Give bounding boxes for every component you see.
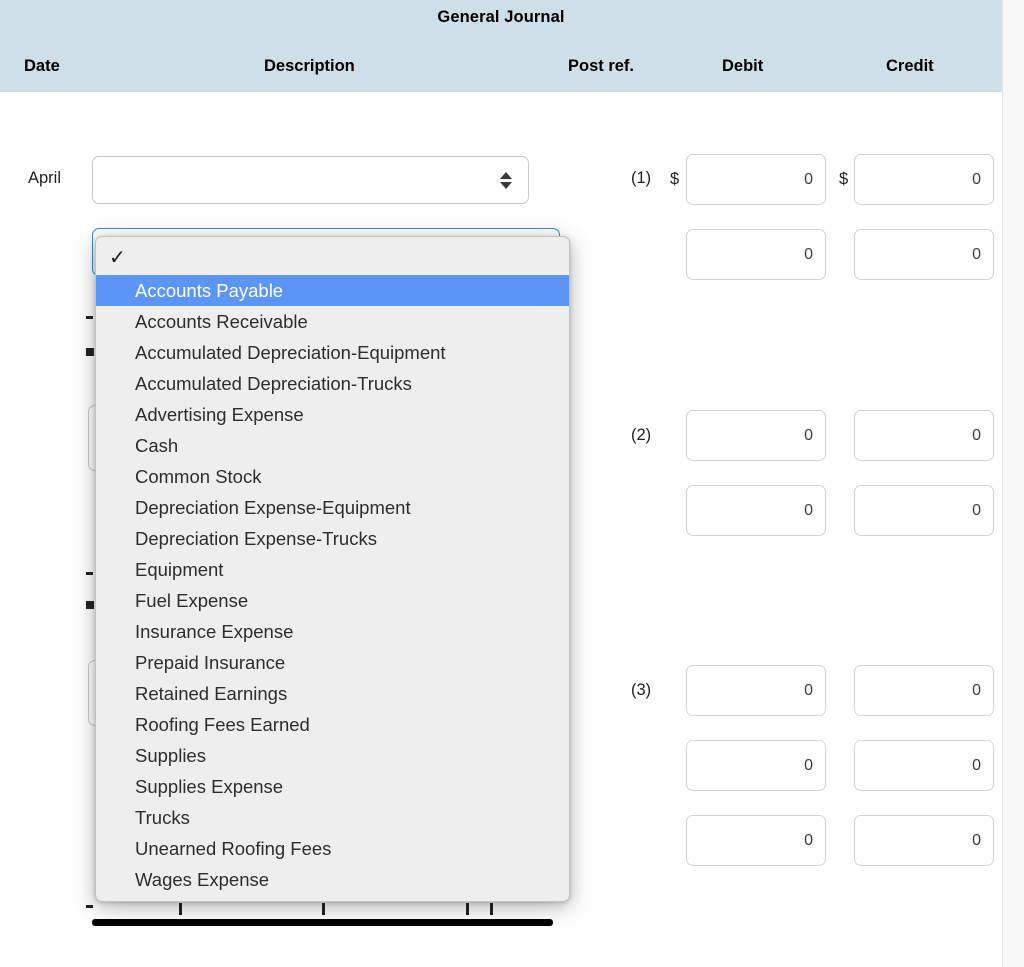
dropdown-item[interactable]: ✓ xyxy=(96,241,569,275)
dropdown-item-label: Prepaid Insurance xyxy=(135,652,286,673)
dropdown-item-label: Fuel Expense xyxy=(135,590,249,611)
column-header-debit: Debit xyxy=(722,57,764,75)
dropdown-item-label: Supplies Expense xyxy=(135,776,284,797)
occluded-mark-5 xyxy=(86,905,93,908)
dollar-sign-debit-1: $ xyxy=(670,170,680,188)
credit-input-2-1[interactable] xyxy=(854,410,994,461)
dropdown-item-label: Common Stock xyxy=(135,466,262,487)
dropdown-item[interactable]: Advertising Expense xyxy=(96,399,569,430)
dropdown-item[interactable]: Supplies Expense xyxy=(96,771,569,802)
dropdown-item[interactable]: Depreciation Expense-Trucks xyxy=(96,523,569,554)
account-dropdown-popup[interactable]: ✓ Accounts Payable Accounts Receivable Accu… xyxy=(95,236,570,902)
credit-input-1-1[interactable] xyxy=(854,154,994,205)
debit-input-1-1[interactable] xyxy=(686,154,826,205)
entry-number-1: (1) xyxy=(631,169,652,187)
dropdown-item-label: Wages Expense xyxy=(135,869,270,890)
page-title: General Journal xyxy=(437,8,565,26)
dropdown-item[interactable]: Wages Expense xyxy=(96,864,569,895)
occluded-mark-9 xyxy=(490,903,493,915)
debit-input-1-2[interactable] xyxy=(686,229,826,280)
occluded-mark-7 xyxy=(322,903,325,915)
account-select-row1[interactable] xyxy=(92,156,529,204)
dropdown-item-label: Trucks xyxy=(135,807,190,828)
select-stepper-icon xyxy=(500,168,512,192)
dropdown-item-label: Retained Earnings xyxy=(135,683,288,704)
dropdown-item[interactable]: Unearned Roofing Fees xyxy=(96,833,569,864)
dropdown-item-label: Roofing Fees Earned xyxy=(135,714,310,735)
dropdown-item-label: Accounts Receivable xyxy=(135,311,308,332)
dropdown-item[interactable]: Prepaid Insurance xyxy=(96,647,569,678)
dropdown-item[interactable]: Insurance Expense xyxy=(96,616,569,647)
dropdown-item[interactable]: Supplies xyxy=(96,740,569,771)
dropdown-item[interactable]: Accumulated Depreciation-Equipment xyxy=(96,337,569,368)
dollar-sign-credit-1: $ xyxy=(839,170,849,188)
column-header-post-ref: Post ref. xyxy=(568,57,635,75)
horizontal-scrollbar[interactable] xyxy=(92,919,553,926)
entry-number-2: (2) xyxy=(631,426,652,444)
column-header-date: Date xyxy=(24,57,60,75)
credit-input-3-2[interactable] xyxy=(854,740,994,791)
dropdown-item-label: Equipment xyxy=(135,559,224,580)
dropdown-item-label: Depreciation Expense-Trucks xyxy=(135,528,377,549)
dropdown-item[interactable]: Accounts Receivable xyxy=(96,306,569,337)
credit-input-3-1[interactable] xyxy=(854,665,994,716)
debit-input-3-2[interactable] xyxy=(686,740,826,791)
dropdown-item-label: Supplies xyxy=(135,745,206,766)
dropdown-item-label: Accounts Payable xyxy=(135,280,284,301)
credit-input-2-2[interactable] xyxy=(854,485,994,536)
dropdown-item-label: Unearned Roofing Fees xyxy=(135,838,332,859)
dropdown-item[interactable]: Roofing Fees Earned xyxy=(96,709,569,740)
occluded-mark-2 xyxy=(86,348,94,356)
dropdown-item[interactable]: Accounts Payable xyxy=(96,275,569,306)
checkmark-icon: ✓ xyxy=(109,247,126,269)
occluded-mark-4 xyxy=(86,601,94,609)
dropdown-item[interactable]: Common Stock xyxy=(96,461,569,492)
right-gutter xyxy=(1002,0,1024,967)
column-header-description: Description xyxy=(264,57,355,75)
debit-input-3-1[interactable] xyxy=(686,665,826,716)
dropdown-item[interactable]: Accumulated Depreciation-Trucks xyxy=(96,368,569,399)
dropdown-item-label: Insurance Expense xyxy=(135,621,294,642)
occluded-mark-6 xyxy=(179,903,182,915)
column-header-credit: Credit xyxy=(886,57,934,75)
dropdown-item[interactable]: Retained Earnings xyxy=(96,678,569,709)
dropdown-item[interactable]: Depreciation Expense-Equipment xyxy=(96,492,569,523)
dropdown-item-label: Cash xyxy=(135,435,179,456)
dropdown-item-label: Advertising Expense xyxy=(135,404,304,425)
dropdown-item[interactable]: Trucks xyxy=(96,802,569,833)
journal-header-band: General Journal Date Description Post re… xyxy=(0,0,1002,92)
credit-input-3-3[interactable] xyxy=(854,815,994,866)
dropdown-item[interactable]: Cash xyxy=(96,430,569,461)
dropdown-item-label: Depreciation Expense-Equipment xyxy=(135,497,411,518)
credit-input-1-2[interactable] xyxy=(854,229,994,280)
debit-input-2-1[interactable] xyxy=(686,410,826,461)
occluded-mark-3 xyxy=(86,572,93,575)
debit-input-3-3[interactable] xyxy=(686,815,826,866)
dropdown-item-label: Accumulated Depreciation-Trucks xyxy=(135,373,412,394)
debit-input-2-2[interactable] xyxy=(686,485,826,536)
occluded-mark-1 xyxy=(86,316,93,319)
occluded-mark-8 xyxy=(466,903,469,915)
entry-number-3: (3) xyxy=(631,681,652,699)
dropdown-item[interactable]: Fuel Expense xyxy=(96,585,569,616)
dropdown-item-label: Accumulated Depreciation-Equipment xyxy=(135,342,446,363)
journal-page: General Journal Date Description Post re… xyxy=(0,0,1024,967)
date-label-april: April xyxy=(28,169,62,187)
dropdown-item[interactable]: Equipment xyxy=(96,554,569,585)
